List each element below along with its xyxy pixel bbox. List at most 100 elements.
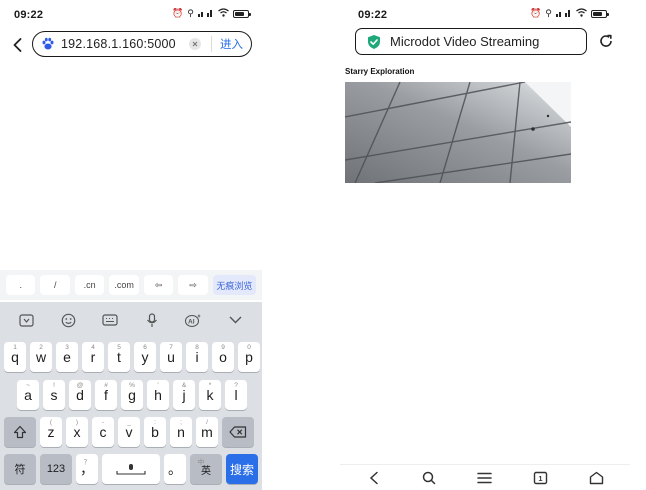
key-k[interactable]: * k [199, 380, 221, 410]
cursor-right-button[interactable]: ⇨ [178, 275, 208, 295]
nav-tabs-button[interactable]: 1 [532, 469, 550, 487]
key-w[interactable]: 2w [30, 342, 52, 372]
reload-icon[interactable] [598, 33, 614, 49]
key-n[interactable]: ; n [170, 417, 192, 447]
keyboard-row-3: (z) x - c _ v: b; n / m [4, 417, 254, 447]
key-m-sup: / [206, 419, 208, 426]
key-b-sup: : [154, 419, 156, 426]
nav-home-button[interactable] [587, 469, 605, 487]
key-i-sup: 8 [195, 344, 199, 351]
key-w-sup: 2 [39, 344, 43, 351]
language-key-sup: 中 [197, 459, 205, 466]
key-f[interactable]: # f [95, 380, 117, 410]
key-l[interactable]: ? l [225, 380, 247, 410]
address-bar[interactable]: 192.168.1.160:5000 进入 [32, 31, 252, 57]
key-u-label: u [167, 349, 175, 365]
incognito-button[interactable]: 无痕浏览 [212, 275, 257, 295]
key-d[interactable]: @ d [69, 380, 91, 410]
key-v-label: v [125, 424, 133, 440]
right-phone-screen: 09:22 ⏰ ⚲ Microdot Video Streaming Starr… [340, 0, 630, 490]
shortcut-dot[interactable]: . [6, 275, 36, 295]
chevron-left-icon [369, 471, 378, 484]
key-r[interactable]: 4r [82, 342, 104, 372]
ai-assistant-icon[interactable]: AI [182, 311, 204, 329]
home-icon [589, 471, 603, 484]
key-m[interactable]: / m [196, 417, 218, 447]
key-e-label: e [63, 349, 71, 365]
url-shortcut-bar: . / .cn .com ⇦ ⇨ 无痕浏览 [0, 270, 262, 300]
space-mic-icon [116, 464, 146, 475]
left-phone-screen: 09:22 ⏰ ⚲ 192.168.1.160:5000 进入 . / .cn … [0, 0, 262, 490]
key-i[interactable]: 8i [186, 342, 208, 372]
key-c[interactable]: -c [92, 417, 114, 447]
key-p-label: p [245, 349, 253, 365]
search-key[interactable]: 搜索 [226, 454, 258, 484]
key-k-label: k [206, 387, 214, 403]
keyboard-collapse-icon[interactable] [16, 311, 38, 329]
comma-key[interactable]: ？ ， [76, 454, 98, 484]
nav-search-button[interactable] [420, 469, 438, 487]
key-u[interactable]: 7u [160, 342, 182, 372]
key-o[interactable]: 9o [212, 342, 234, 372]
key-x-sup: ) [75, 419, 79, 426]
keyboard-switch-icon[interactable] [99, 311, 121, 329]
key-g[interactable]: % g [121, 380, 143, 410]
key-k-sup: * [208, 382, 212, 389]
status-bar-right: 09:22 [358, 8, 387, 22]
shortcut-cn[interactable]: .cn [74, 275, 105, 295]
key-v[interactable]: _ v [118, 417, 140, 447]
key-x[interactable]: ) x [66, 417, 88, 447]
shift-icon [13, 425, 27, 439]
language-switch-key[interactable]: 中 英 [190, 454, 222, 484]
url-input[interactable]: 192.168.1.160:5000 [61, 37, 189, 51]
backspace-key[interactable] [222, 417, 254, 447]
svg-text:1: 1 [538, 474, 542, 483]
numeric-key[interactable]: 123 [40, 454, 72, 484]
svg-text:AI: AI [188, 318, 195, 325]
key-t[interactable]: 5t [108, 342, 130, 372]
screenshot-root: 09:22 ⏰ ⚲ 192.168.1.160:5000 进入 . / .cn … [0, 0, 646, 490]
nav-back-button[interactable] [365, 469, 383, 487]
secure-shield-icon [368, 34, 380, 49]
key-c-sup: - [101, 419, 105, 426]
microphone-icon[interactable] [141, 311, 163, 329]
back-button[interactable] [10, 36, 24, 54]
page-title-in-address-bar: Microdot Video Streaming [390, 34, 540, 49]
address-bar-right[interactable]: Microdot Video Streaming [355, 28, 587, 55]
key-g-label: g [128, 387, 136, 403]
search-icon [423, 471, 436, 484]
key-p[interactable]: 0p [238, 342, 260, 372]
key-h[interactable]: ' h [147, 380, 169, 410]
key-w-label: w [35, 349, 47, 365]
key-e[interactable]: 3e [56, 342, 78, 372]
cursor-left-button[interactable]: ⇦ [143, 275, 174, 295]
key-z-sup: ( [49, 419, 53, 426]
key-j[interactable]: & j [173, 380, 195, 410]
shortcut-slash[interactable]: / [40, 275, 70, 295]
key-a[interactable]: ~ a [17, 380, 39, 410]
emoji-icon[interactable] [57, 311, 79, 329]
key-n-sup: ; [180, 419, 182, 426]
clear-input-button[interactable] [189, 38, 201, 50]
key-f-label: f [104, 387, 108, 403]
key-z[interactable]: (z [40, 417, 62, 447]
keyboard-row-2: ~ a! s @ d # f% g ' h & j * k? l [17, 380, 247, 410]
space-key[interactable] [102, 454, 160, 484]
key-y[interactable]: 6y [134, 342, 156, 372]
key-v-sup: _ [127, 419, 131, 426]
soft-keyboard: AI 1q2w3e4r5t6y7u8i9o0p ~ a! s @ d # f% g ' h & j * k… [0, 302, 262, 490]
go-button[interactable]: 进入 [211, 36, 243, 52]
shortcut-com[interactable]: .com [109, 275, 139, 295]
shift-key[interactable] [4, 417, 36, 447]
symbol-key[interactable]: 符 [4, 454, 36, 484]
battery-icon [232, 9, 251, 18]
key-z-label: z [47, 424, 55, 440]
nav-menu-button[interactable] [476, 469, 494, 487]
key-o-label: o [219, 349, 227, 365]
key-u-sup: 7 [169, 344, 173, 351]
key-q[interactable]: 1q [4, 342, 26, 372]
chevron-down-icon[interactable] [224, 311, 246, 329]
key-s[interactable]: ! s [43, 380, 65, 410]
status-icons: ⏰ ⚲ [172, 8, 251, 19]
key-b[interactable]: :b [144, 417, 166, 447]
